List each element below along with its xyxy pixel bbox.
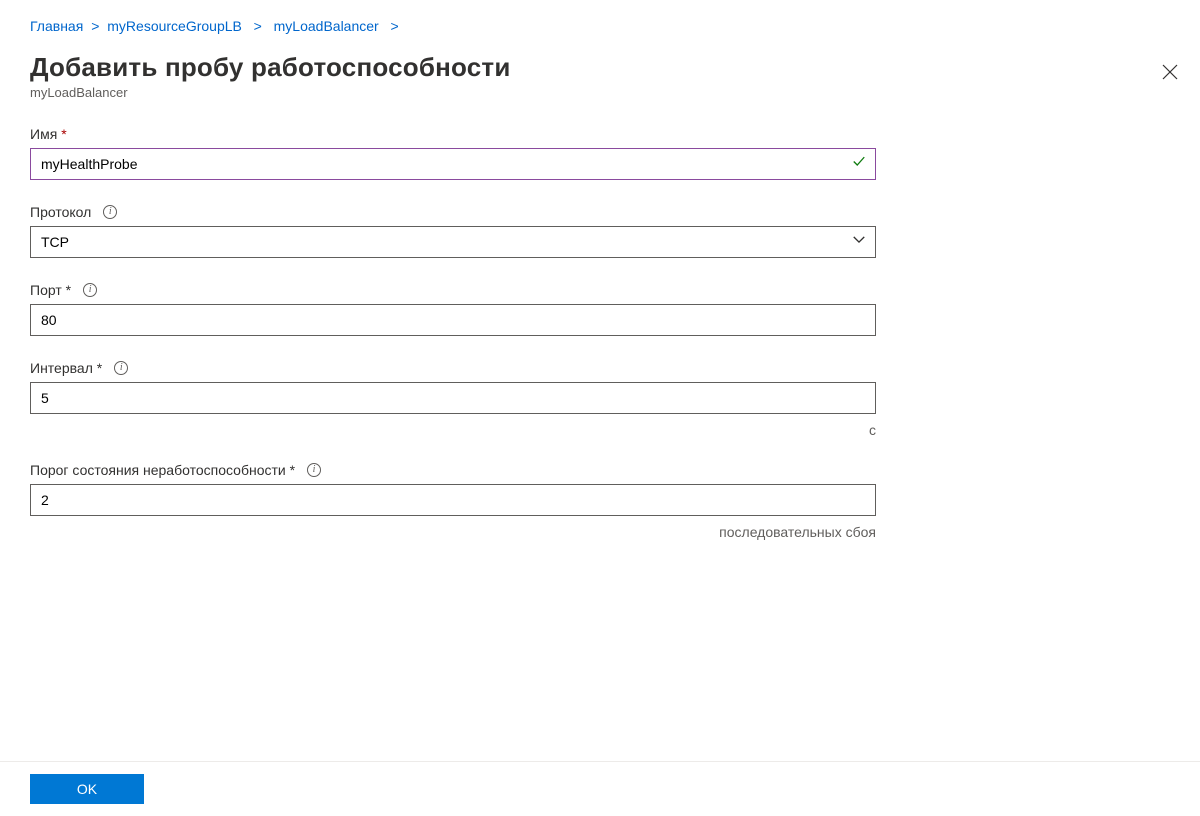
breadcrumb-home[interactable]: Главная <box>30 18 83 34</box>
interval-label-text: Интервал * <box>30 360 102 376</box>
name-label: Имя * <box>30 126 876 142</box>
close-button[interactable] <box>1162 64 1178 84</box>
field-interval: Интервал * i с <box>30 360 876 438</box>
name-input[interactable] <box>30 148 876 180</box>
interval-input[interactable] <box>30 382 876 414</box>
ok-button[interactable]: OK <box>30 774 144 804</box>
threshold-input[interactable] <box>30 484 876 516</box>
protocol-select[interactable]: TCP <box>30 226 876 258</box>
check-icon <box>852 155 866 174</box>
field-port: Порт * i <box>30 282 876 336</box>
footer: OK <box>0 761 1200 816</box>
breadcrumb-resource-group[interactable]: myResourceGroupLB <box>107 18 242 34</box>
info-icon[interactable]: i <box>307 463 321 477</box>
chevron-right-icon: > <box>250 18 266 34</box>
breadcrumb-load-balancer[interactable]: myLoadBalancer <box>274 18 379 34</box>
port-label-text: Порт * <box>30 282 71 298</box>
threshold-suffix: последовательных сбоя <box>30 524 876 540</box>
chevron-right-icon: > <box>387 18 399 34</box>
info-icon[interactable]: i <box>83 283 97 297</box>
threshold-label-text: Порог состояния неработоспособности * <box>30 462 295 478</box>
protocol-label-text: Протокол <box>30 204 91 220</box>
protocol-value: TCP <box>41 234 69 250</box>
required-indicator: * <box>61 126 66 142</box>
interval-label: Интервал * i <box>30 360 876 376</box>
name-label-text: Имя <box>30 126 57 142</box>
info-icon[interactable]: i <box>103 205 117 219</box>
close-icon <box>1162 64 1178 80</box>
field-threshold: Порог состояния неработоспособности * i … <box>30 462 876 540</box>
breadcrumb: Главная > myResourceGroupLB > myLoadBala… <box>0 0 1200 34</box>
interval-suffix: с <box>30 422 876 438</box>
form: Имя * Протокол i TCP Порт * i <box>0 126 906 540</box>
protocol-label: Протокол i <box>30 204 876 220</box>
field-name: Имя * <box>30 126 876 180</box>
page-subtitle: myLoadBalancer <box>0 85 1200 126</box>
threshold-label: Порог состояния неработоспособности * i <box>30 462 876 478</box>
port-label: Порт * i <box>30 282 876 298</box>
chevron-right-icon: > <box>91 18 99 34</box>
page-title: Добавить пробу работоспособности <box>0 34 1200 85</box>
port-input[interactable] <box>30 304 876 336</box>
field-protocol: Протокол i TCP <box>30 204 876 258</box>
info-icon[interactable]: i <box>114 361 128 375</box>
